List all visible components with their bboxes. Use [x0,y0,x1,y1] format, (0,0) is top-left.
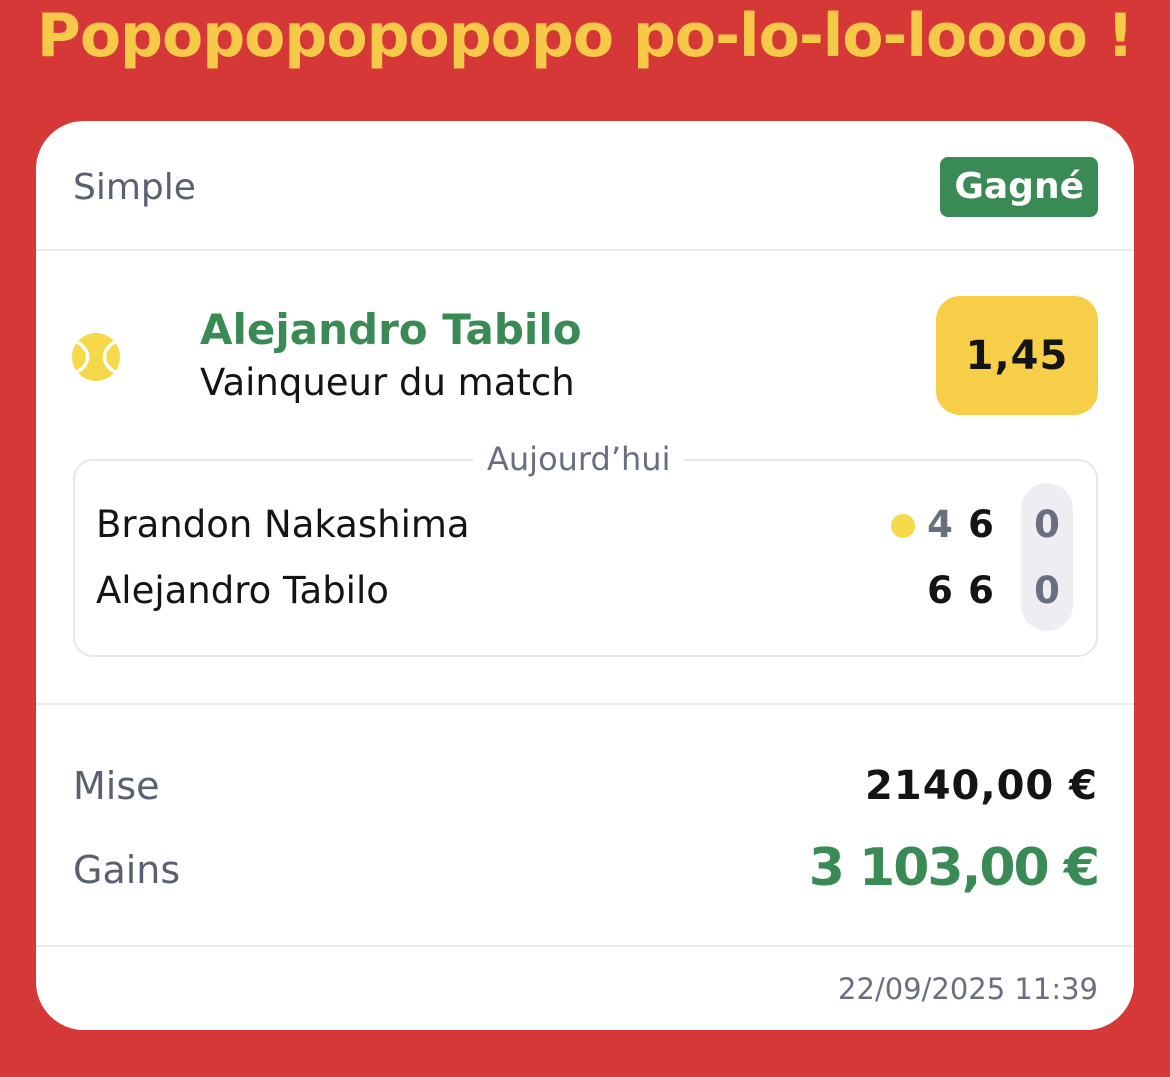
tennis-ball-icon [72,333,120,381]
stake-label: Mise [73,764,160,808]
status-badge: Gagné [940,157,1098,217]
bet-timestamp: 22/09/2025 11:39 [838,972,1098,1006]
serving-indicator-icon [891,514,915,538]
match-score-box [73,459,1098,657]
selection-name: Alejandro Tabilo [200,305,582,354]
game-score: 0 [1034,569,1060,612]
player-name: Brandon Nakashima [96,503,470,546]
set-score: 4 [927,503,953,546]
set-score: 6 [968,503,994,546]
header-divider [36,249,1134,251]
game-score: 0 [1034,503,1060,546]
set-score: 6 [927,569,953,612]
bet-card: Simple Gagné Alejandro Tabilo Vainqueur … [36,121,1134,1030]
market-name: Vainqueur du match [200,361,575,404]
bet-type-label: Simple [73,167,196,208]
gains-label: Gains [73,848,181,892]
match-date-label: Aujourd’hui [473,439,685,479]
footer-divider [36,945,1134,947]
player-name: Alejandro Tabilo [96,569,389,612]
set-score: 6 [968,569,994,612]
gains-value: 3 103,00 € [808,838,1100,898]
stake-value: 2140,00 € [865,763,1098,809]
odds-button[interactable]: 1,45 [936,296,1098,415]
section-divider [36,703,1134,705]
headline: Popopopopopopo po-lo-lo-loooo ! [36,1,1134,71]
